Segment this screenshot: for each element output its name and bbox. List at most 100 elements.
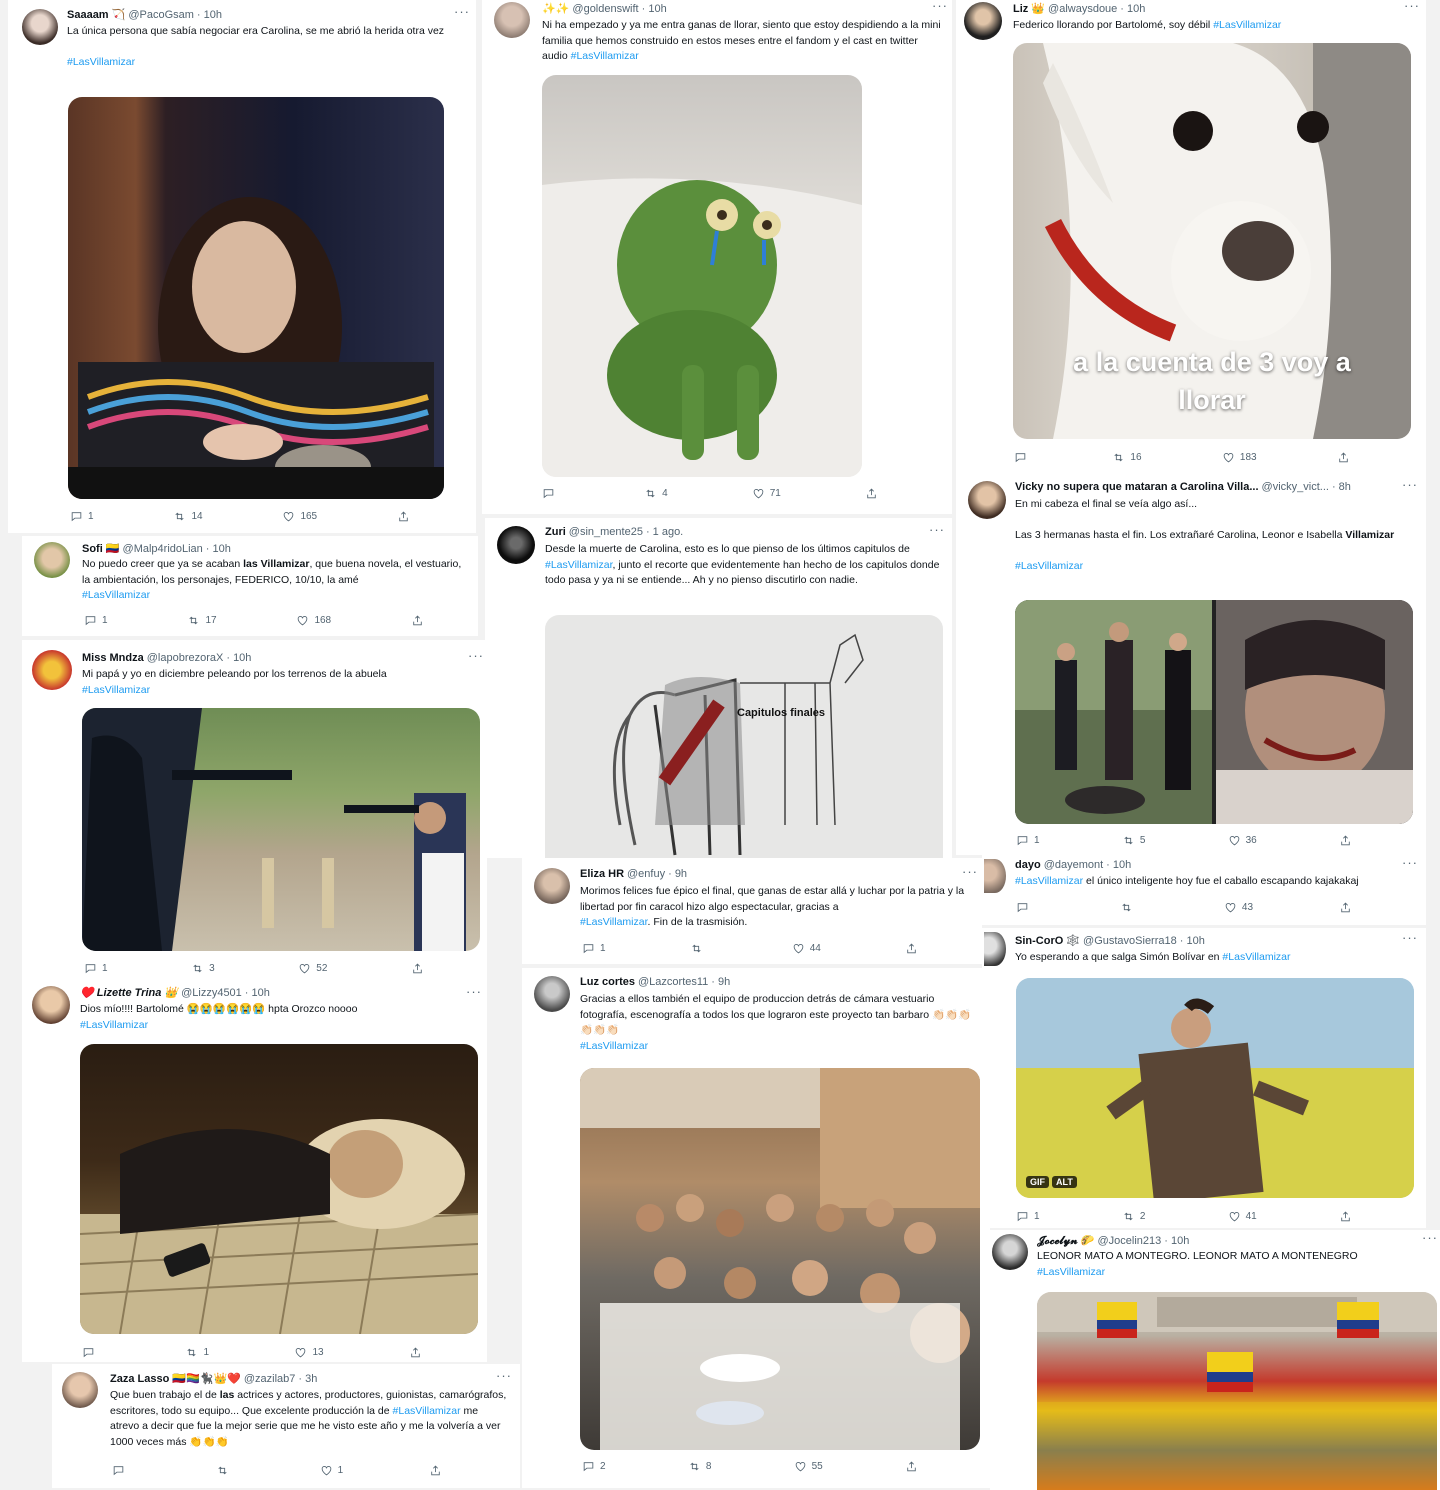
more-icon[interactable]: ··· xyxy=(468,648,484,663)
author-handle[interactable]: @vicky_vict... xyxy=(1262,481,1329,493)
like-button[interactable]: 44 xyxy=(792,942,821,955)
avatar[interactable] xyxy=(32,650,72,690)
tweet-card[interactable]: dayo @dayemont · 10h ··· #LasVillamizar el… xyxy=(982,855,1426,925)
tweet-image[interactable] xyxy=(1037,1292,1437,1490)
tweet-time[interactable]: · 8h xyxy=(1332,481,1351,493)
tweet-card[interactable]: ♥️ Lizette Trina 👑 @Lizzy4501 · 10h ··· Di… xyxy=(22,980,487,1362)
tweet-card[interactable]: Sin-CorO 🕸️ @GustavoSierra18 · 10h ··· Yo … xyxy=(982,928,1426,1228)
retweet-button[interactable]: 16 xyxy=(1112,451,1142,464)
hashtag-link[interactable]: #LasVillamizar xyxy=(82,684,150,696)
like-button[interactable]: 183 xyxy=(1222,451,1257,464)
tweet-card[interactable]: Zuri @sin_mente25 · 1 ago. ··· Desde la mu… xyxy=(485,518,952,858)
tweet-image[interactable] xyxy=(1015,600,1413,824)
retweet-button[interactable]: 3 xyxy=(191,962,215,975)
author-name[interactable]: Eliza HR xyxy=(580,868,624,880)
author-handle[interactable]: @sin_mente25 xyxy=(569,526,643,538)
retweet-button[interactable] xyxy=(690,942,708,955)
like-button[interactable]: 165 xyxy=(282,510,317,523)
more-icon[interactable]: ··· xyxy=(454,4,470,19)
reply-button[interactable]: 1 xyxy=(70,510,94,523)
author-name[interactable]: Sin-CorO 🕸️ xyxy=(1015,935,1080,947)
tweet-image[interactable]: Capitulos finales xyxy=(545,615,943,858)
tweet-time[interactable]: · 10h xyxy=(1120,3,1145,15)
author-name[interactable]: Miss Mndza xyxy=(82,652,144,664)
more-icon[interactable]: ··· xyxy=(1402,855,1418,870)
alt-badge[interactable]: ALT xyxy=(1052,1176,1077,1188)
more-icon[interactable]: ··· xyxy=(932,0,948,13)
avatar[interactable] xyxy=(62,1372,98,1408)
reply-button[interactable] xyxy=(542,487,560,500)
tweet-image[interactable] xyxy=(68,97,444,499)
author-name[interactable]: Luz cortes xyxy=(580,976,635,988)
tweet-gif[interactable]: GIF ALT xyxy=(1016,978,1414,1198)
author-handle[interactable]: @Lizzy4501 xyxy=(181,987,242,999)
author-name[interactable]: ✨✨ xyxy=(542,3,569,15)
like-button[interactable]: 41 xyxy=(1228,1210,1257,1223)
reply-button[interactable] xyxy=(1016,901,1034,914)
reply-button[interactable] xyxy=(82,1346,100,1359)
tweet-card[interactable]: Luz cortes @Lazcortes11 · 9h Gracias a ell… xyxy=(522,968,990,1488)
hashtag-link[interactable]: #LasVillamizar xyxy=(1015,875,1083,887)
tweet-card[interactable]: Liz 👑 @alwaysdoue · 10h ··· Federico llora… xyxy=(956,0,1426,475)
tweet-card[interactable]: Zaza Lasso 🇨🇴🏳️‍🌈🐈‍⬛👑❤️ @zazilab7 · 3h ···… xyxy=(52,1364,520,1488)
share-button[interactable] xyxy=(411,962,424,975)
author-name[interactable]: Sofi 🇨🇴 xyxy=(82,543,120,555)
reply-button[interactable] xyxy=(1014,451,1032,464)
avatar[interactable] xyxy=(22,9,58,45)
share-button[interactable] xyxy=(1339,901,1352,914)
author-handle[interactable]: @Lazcortes11 xyxy=(638,976,708,988)
more-icon[interactable]: ··· xyxy=(962,864,978,879)
author-handle[interactable]: @enfuy xyxy=(627,868,665,880)
author-name[interactable]: Saaaam 🏹 xyxy=(67,9,125,21)
tweet-card[interactable]: ✨✨ @goldenswift · 10h ··· Ni ha empezado y… xyxy=(482,0,952,514)
avatar[interactable] xyxy=(992,1234,1028,1270)
tweet-image[interactable] xyxy=(542,75,862,477)
share-button[interactable] xyxy=(411,614,424,627)
like-button[interactable]: 36 xyxy=(1228,834,1257,847)
tweet-time[interactable]: · 10h xyxy=(642,3,667,15)
more-icon[interactable]: ··· xyxy=(466,984,482,999)
author-name[interactable]: 𝓙𝓸𝓬𝓮𝓵𝔂𝓷 🌮 xyxy=(1037,1235,1095,1247)
hashtag-link[interactable]: #LasVillamizar xyxy=(1037,1266,1105,1278)
hashtag-link[interactable]: #LasVillamizar xyxy=(1213,19,1281,31)
tweet-time[interactable]: · 9h xyxy=(668,868,687,880)
author-name[interactable]: Zuri xyxy=(545,526,566,538)
author-handle[interactable]: @PacoGsam xyxy=(128,9,194,21)
author-handle[interactable]: @lapobrezoraX xyxy=(147,652,224,664)
hashtag-link[interactable]: #LasVillamizar xyxy=(67,56,135,68)
like-button[interactable]: 55 xyxy=(794,1460,823,1473)
tweet-time[interactable]: · 10h xyxy=(226,652,251,664)
author-handle[interactable]: @Jocelin213 xyxy=(1098,1235,1162,1247)
avatar[interactable] xyxy=(984,932,1006,966)
hashtag-link[interactable]: #LasVillamizar xyxy=(1222,951,1290,963)
tweet-time[interactable]: · 1 ago. xyxy=(646,526,683,538)
avatar[interactable] xyxy=(968,481,1006,519)
share-button[interactable] xyxy=(1339,1210,1352,1223)
retweet-button[interactable]: 4 xyxy=(644,487,668,500)
share-button[interactable] xyxy=(429,1464,442,1477)
tweet-image[interactable] xyxy=(80,1044,478,1334)
hashtag-link[interactable]: #LasVillamizar xyxy=(545,559,613,571)
retweet-button[interactable] xyxy=(1120,901,1138,914)
hashtag-link[interactable]: #LasVillamizar xyxy=(82,589,150,601)
reply-button[interactable]: 1 xyxy=(1016,1210,1040,1223)
more-icon[interactable]: ··· xyxy=(1404,0,1420,13)
retweet-button[interactable] xyxy=(216,1464,234,1477)
tweet-time[interactable]: · 3h xyxy=(298,1373,317,1385)
author-name[interactable]: dayo xyxy=(1015,859,1041,871)
author-name[interactable]: Zaza Lasso 🇨🇴🏳️‍🌈🐈‍⬛👑❤️ xyxy=(110,1373,241,1385)
tweet-card[interactable]: Miss Mndza @lapobrezoraX · 10h ··· Mi papá… xyxy=(22,640,487,980)
hashtag-link[interactable]: #LasVillamizar xyxy=(580,916,648,928)
author-handle[interactable]: @GustavoSierra18 xyxy=(1083,935,1177,947)
more-icon[interactable]: ··· xyxy=(1402,477,1418,492)
share-button[interactable] xyxy=(409,1346,422,1359)
hashtag-link[interactable]: #LasVillamizar xyxy=(393,1405,461,1417)
author-handle[interactable]: @zazilab7 xyxy=(244,1373,296,1385)
reply-button[interactable]: 2 xyxy=(582,1460,606,1473)
share-button[interactable] xyxy=(905,1460,918,1473)
retweet-button[interactable]: 2 xyxy=(1122,1210,1145,1223)
hashtag-link[interactable]: #LasVillamizar xyxy=(80,1019,148,1031)
author-handle[interactable]: @goldenswift xyxy=(572,3,638,15)
author-handle[interactable]: @dayemont xyxy=(1044,859,1103,871)
like-button[interactable]: 71 xyxy=(752,487,781,500)
